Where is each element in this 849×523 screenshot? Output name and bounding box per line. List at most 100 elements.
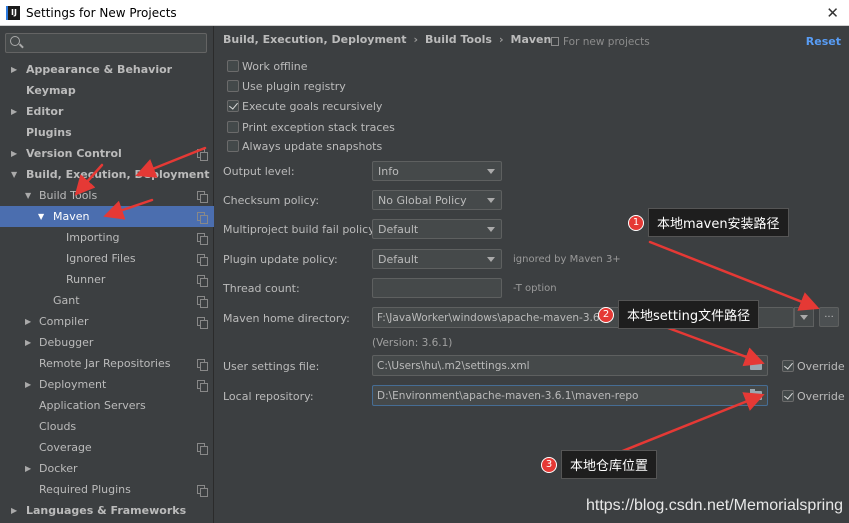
close-icon[interactable]: ✕ — [826, 4, 839, 22]
maven-home-dropdown[interactable] — [794, 307, 814, 327]
sidebar-item-ignored-files[interactable]: Ignored Files — [0, 248, 214, 269]
search-icon — [10, 36, 20, 46]
sidebar-item-version-control[interactable]: ▶ Version Control — [0, 143, 214, 164]
checkbox-box[interactable] — [227, 60, 239, 72]
project-scope-icon — [197, 317, 208, 329]
folder-icon[interactable] — [750, 389, 762, 400]
chevron-down-icon — [487, 257, 495, 262]
input-value: F:\JavaWorker\windows\apache-maven-3.6.1 — [377, 312, 610, 324]
sidebar-item-remote-jar-repositories[interactable]: Remote Jar Repositories — [0, 353, 214, 374]
thread-count-hint: -T option — [513, 283, 557, 294]
sidebar-item-label: Appearance & Behavior — [26, 63, 173, 76]
sidebar-item-clouds[interactable]: Clouds — [0, 416, 214, 437]
chevron-down-icon — [487, 169, 495, 174]
sidebar-item-label: Plugins — [26, 126, 72, 139]
fail-policy-select[interactable]: Default — [372, 219, 502, 239]
checkbox-box[interactable] — [227, 140, 239, 152]
reset-link[interactable]: Reset — [806, 35, 841, 48]
intellij-app-icon: IJ — [6, 5, 20, 20]
sidebar-item-appearance[interactable]: ▶ Appearance & Behavior — [0, 59, 214, 80]
maven-home-label: Maven home directory: — [223, 312, 350, 325]
sidebar-item-keymap[interactable]: Keymap — [0, 80, 214, 101]
sidebar-item-build-tools[interactable]: ▼ Build Tools — [0, 185, 214, 206]
sidebar-item-application-servers[interactable]: Application Servers — [0, 395, 214, 416]
collapse-arrow-icon: ▼ — [11, 170, 18, 179]
expand-arrow-icon: ▶ — [25, 380, 32, 389]
project-scope-icon — [197, 233, 208, 245]
thread-count-input[interactable] — [372, 278, 502, 298]
user-settings-override-checkbox[interactable]: Override — [782, 358, 845, 374]
checksum-policy-label: Checksum policy: — [223, 194, 320, 207]
output-level-select[interactable]: Info — [372, 161, 502, 181]
annotation-text: 本地maven安装路径 — [648, 208, 789, 237]
breadcrumb-item[interactable]: Build, Execution, Deployment — [223, 33, 406, 46]
sidebar-item-label: Editor — [26, 105, 64, 118]
work-offline-checkbox[interactable]: Work offline — [227, 58, 308, 74]
settings-sidebar: ▶ Appearance & Behavior Keymap ▶ Editor … — [0, 26, 214, 523]
sidebar-item-gant[interactable]: Gant — [0, 290, 214, 311]
checkbox-box[interactable] — [227, 100, 239, 112]
project-scope-icon — [197, 443, 208, 455]
sidebar-item-build-execution-deployment[interactable]: ▼ Build, Execution, Deployment — [0, 164, 214, 185]
user-settings-input[interactable]: C:\Users\hu\.m2\settings.xml — [372, 355, 768, 376]
expand-arrow-icon: ▶ — [25, 464, 32, 473]
window-title: Settings for New Projects — [26, 5, 177, 20]
select-value: Default — [378, 223, 419, 236]
plugin-update-policy-select[interactable]: Default — [372, 249, 502, 269]
project-scope-icon — [197, 212, 208, 224]
breadcrumb-item[interactable]: Build Tools — [425, 33, 492, 46]
sidebar-item-label: Remote Jar Repositories — [39, 357, 171, 370]
output-level-label: Output level: — [223, 165, 295, 178]
project-scope-icon — [197, 485, 208, 497]
sidebar-item-editor[interactable]: ▶ Editor — [0, 101, 214, 122]
maven-settings-panel: Build, Execution, Deployment › Build Too… — [215, 26, 849, 523]
checkbox-label: Use plugin registry — [242, 79, 346, 93]
checkbox-label: Override — [797, 389, 845, 403]
expand-arrow-icon: ▶ — [11, 149, 18, 158]
sidebar-item-plugins[interactable]: Plugins — [0, 122, 214, 143]
checkbox-box[interactable] — [227, 121, 239, 133]
local-repository-override-checkbox[interactable]: Override — [782, 388, 845, 404]
sidebar-item-label: Runner — [66, 273, 106, 286]
checkbox-box[interactable] — [227, 80, 239, 92]
checkbox-box[interactable] — [782, 360, 794, 372]
breadcrumb-item: Maven — [510, 33, 552, 46]
expand-arrow-icon: ▶ — [25, 317, 32, 326]
sidebar-item-importing[interactable]: Importing — [0, 227, 214, 248]
checksum-policy-select[interactable]: No Global Policy — [372, 190, 502, 210]
sidebar-item-label: Build, Execution, Deployment — [26, 168, 210, 181]
print-exception-stack-traces-checkbox[interactable]: Print exception stack traces — [227, 119, 395, 135]
search-input[interactable] — [5, 33, 207, 53]
thread-count-label: Thread count: — [223, 282, 300, 295]
maven-version-label: (Version: 3.6.1) — [372, 337, 453, 349]
annotation-number: 2 — [598, 306, 614, 323]
sidebar-item-label: Clouds — [39, 420, 77, 433]
sidebar-item-docker[interactable]: ▶ Docker — [0, 458, 214, 479]
user-settings-label: User settings file: — [223, 360, 320, 373]
project-scope-icon — [197, 359, 208, 371]
use-plugin-registry-checkbox[interactable]: Use plugin registry — [227, 78, 346, 94]
expand-arrow-icon: ▶ — [11, 506, 18, 515]
sidebar-item-maven[interactable]: ▼ Maven — [0, 206, 214, 227]
sidebar-item-debugger[interactable]: ▶ Debugger — [0, 332, 214, 353]
always-update-snapshots-checkbox[interactable]: Always update snapshots — [227, 138, 382, 154]
checkbox-box[interactable] — [782, 390, 794, 402]
scope-note: For new projects — [551, 36, 650, 48]
sidebar-item-label: Debugger — [39, 336, 94, 349]
execute-goals-recursively-checkbox[interactable]: Execute goals recursively — [227, 98, 382, 114]
sidebar-item-coverage[interactable]: Coverage — [0, 437, 214, 458]
sidebar-item-deployment[interactable]: ▶ Deployment — [0, 374, 214, 395]
maven-home-browse-button[interactable]: ... — [819, 307, 839, 327]
sidebar-item-compiler[interactable]: ▶ Compiler — [0, 311, 214, 332]
sidebar-item-runner[interactable]: Runner — [0, 269, 214, 290]
local-repository-input[interactable]: D:\Environment\apache-maven-3.6.1\maven-… — [372, 385, 768, 406]
sidebar-item-languages-frameworks[interactable]: ▶ Languages & Frameworks — [0, 500, 214, 521]
sidebar-item-label: Keymap — [26, 84, 76, 97]
page-icon — [551, 37, 559, 46]
project-scope-icon — [197, 191, 208, 203]
breadcrumb-separator: › — [413, 33, 419, 46]
sidebar-item-label: Build Tools — [39, 189, 98, 202]
title-bar: IJ Settings for New Projects ✕ — [0, 0, 849, 26]
sidebar-item-required-plugins[interactable]: Required Plugins — [0, 479, 214, 500]
folder-icon[interactable] — [750, 359, 762, 370]
